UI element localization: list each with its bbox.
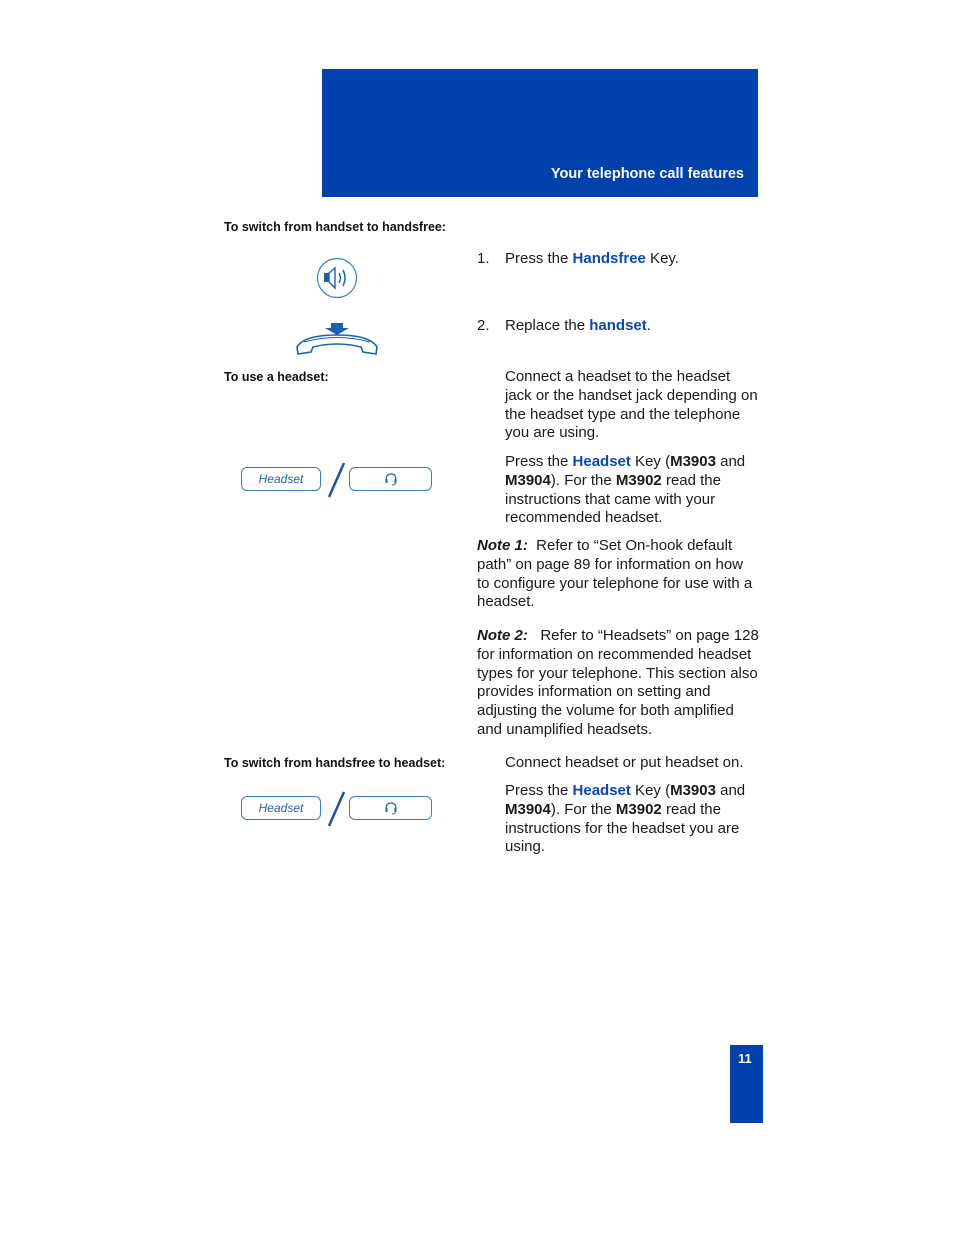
handsfree-key-icon [316, 257, 358, 299]
text: Press the [505, 453, 573, 470]
step-text: Replace the [505, 317, 590, 334]
slash-separator [327, 791, 346, 827]
model-name: M3903 [670, 453, 716, 470]
connect-headset-paragraph: Connect a headset to the headset jack or… [505, 368, 758, 442]
section-label-use-headset: To use a headset: [224, 370, 329, 384]
handsfree-key-name: Handsfree [572, 250, 646, 267]
note-1: Note 1: Refer to “Set On-hook default pa… [477, 537, 757, 612]
text: ). For the [550, 800, 616, 818]
page-number: 11 [738, 1051, 752, 1066]
text: ). For the [550, 471, 616, 489]
replace-handset-icon [296, 323, 378, 355]
slash-separator [327, 462, 346, 498]
headset-symbol-key [349, 796, 432, 820]
step-number: 2. [477, 317, 490, 334]
note-label: Note 2: [477, 627, 528, 644]
step-text: . [646, 317, 651, 334]
headset-symbol-key [349, 467, 432, 491]
chapter-title: Your telephone call features [550, 166, 744, 182]
headset-key-group: Headset [241, 460, 436, 500]
text: Press the [505, 782, 573, 799]
text: and [715, 453, 746, 470]
handset-name: handset [589, 317, 647, 334]
note-2: Note 2: Refer to “Headsets” on page 128 … [477, 627, 759, 740]
headset-key-group: Headset [241, 789, 436, 829]
step-number: 1. [477, 250, 490, 267]
connect-headset-paragraph: Connect headset or put headset on. [505, 754, 744, 771]
text: Key ( [630, 453, 671, 470]
model-name: M3904 [505, 800, 551, 818]
model-name: M3902 [615, 471, 662, 489]
step-text: Press the [505, 250, 573, 267]
headset-key-name: Headset [572, 453, 631, 470]
note-label: Note 1: [477, 537, 528, 554]
step-2: 2. Replace the handset. [477, 317, 651, 336]
step-1: 1. Press the Handsfree Key. [477, 250, 679, 269]
press-headset-paragraph: Press the Headset Key (M3903 and M3904).… [505, 453, 760, 528]
chapter-header-band: Your telephone call features [322, 69, 758, 197]
text: Key ( [630, 782, 671, 799]
press-headset-paragraph: Press the Headset Key (M3903 and M3904).… [505, 782, 760, 857]
model-name: M3903 [670, 782, 716, 799]
section-label-handsfree-to-headset: To switch from handsfree to headset: [224, 756, 446, 770]
text: and [715, 782, 746, 799]
headset-icon [384, 802, 397, 815]
model-name: M3902 [615, 800, 662, 818]
headset-icon [384, 473, 397, 486]
headset-key: Headset [241, 467, 321, 491]
headset-key-name: Headset [572, 782, 631, 799]
step-text: Key. [645, 250, 679, 267]
page-number-tab: 11 [730, 1045, 763, 1123]
section-label-handset-to-handsfree: To switch from handset to handsfree: [224, 220, 447, 234]
model-name: M3904 [505, 471, 551, 489]
headset-key: Headset [241, 796, 321, 820]
